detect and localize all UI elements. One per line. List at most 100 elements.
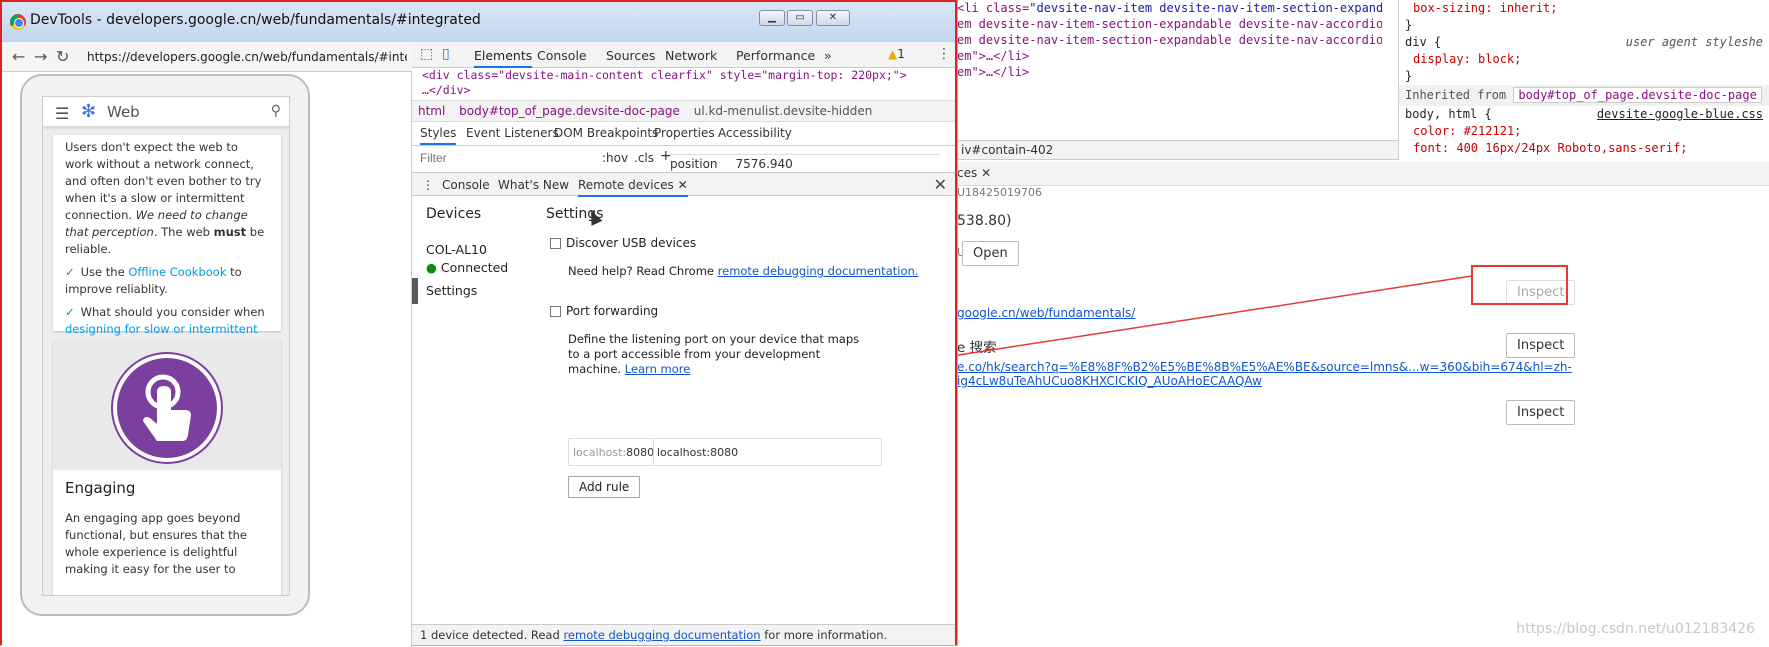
dom-line[interactable]: em">…</li> [957, 64, 1382, 80]
remote-settings-pane: Settings Discover USB devices Need help?… [532, 196, 955, 624]
breadcrumb-body[interactable]: body#top_of_page.devsite-doc-page [459, 104, 680, 118]
site-header: ☰ ✻ Web ⚲ [43, 97, 289, 127]
status-bar: 1 device detected. Read remote debugging… [412, 624, 955, 645]
inspect-element-icon[interactable]: ⬚ [420, 46, 433, 62]
kebab-menu-icon[interactable]: ⋮ [937, 46, 951, 62]
style-declaration: font: 400 16px/24px Roboto,sans-serif; [1413, 141, 1688, 155]
minimize-button[interactable]: ▁ [759, 10, 785, 26]
drawer-tab-console[interactable]: Console [442, 178, 490, 192]
port-forwarding-rule: localhost:8080 localhost:8080 [568, 438, 882, 466]
connection-status: ● Connected [426, 260, 509, 275]
port-forwarding-description: Define the listening port on your device… [568, 332, 860, 376]
phone-screen[interactable]: ☰ ✻ Web ⚲ Users don't expect the web to … [42, 96, 290, 596]
stylesheet-link[interactable]: devsite-google-blue.css [1597, 106, 1763, 123]
dom-line[interactable]: em">…</li> [957, 48, 1382, 64]
devtools-panel: ⬚ ▯ Elements Console Sources Network Per… [412, 42, 955, 645]
dom-node[interactable]: <div class="devsite-main-content clearfi… [422, 68, 955, 83]
sidebar-item-settings[interactable]: Settings [412, 278, 532, 304]
discover-usb-checkbox[interactable] [550, 238, 561, 249]
maximize-button[interactable]: ▭ [787, 10, 813, 26]
dom-tree: <div class="devsite-main-content clearfi… [412, 68, 955, 100]
add-rule-button[interactable]: Add rule [568, 476, 641, 498]
port-forwarding-label[interactable]: Port forwarding [566, 304, 658, 318]
styles-filter-bar: :hov .cls + position7576.940 [412, 146, 955, 172]
background-dom-tree: <li class="devsite-nav-item devsite-nav-… [957, 0, 1382, 140]
remote-devices-sidebar: Devices COL-AL10 ● Connected Settings [412, 196, 532, 624]
breadcrumb-html[interactable]: html [418, 104, 445, 118]
url-input[interactable]: https://developers.google.cn/web/fundame… [87, 50, 407, 64]
port-forwarding-checkbox[interactable] [550, 306, 561, 317]
dom-line[interactable]: em devsite-nav-item-section-expandable d… [957, 32, 1382, 48]
tab-sources[interactable]: Sources [606, 48, 655, 63]
device-emulation-area: ☰ ✻ Web ⚲ Users don't expect the web to … [2, 72, 412, 647]
device-toolbar-icon[interactable]: ▯ [442, 46, 450, 62]
warnings-counter[interactable]: ▲1 [888, 47, 905, 61]
check-icon: ✓ [65, 305, 75, 319]
reload-icon[interactable]: ↻ [56, 47, 69, 66]
card-paragraph: Users don't expect the web to work witho… [65, 140, 265, 256]
close-icon[interactable]: ✕ [981, 166, 991, 180]
inspect-button[interactable]: Inspect [1506, 333, 1576, 358]
back-arrow-icon[interactable]: ← [12, 47, 25, 66]
google-developers-logo-icon[interactable]: ✻ [81, 103, 99, 121]
drawer-tabs: ⋮ Console What's New Remote devices ✕ ✕ [412, 172, 955, 197]
style-rule: div {user agent styleshe [1405, 35, 1763, 49]
tab-accessibility[interactable]: Accessibility [718, 126, 792, 140]
dom-line[interactable]: <li class="devsite-nav-item devsite-nav-… [957, 0, 1382, 16]
more-tabs-button[interactable]: » [824, 48, 832, 63]
local-address-field[interactable]: localhost:8080 [657, 446, 738, 459]
hamburger-menu-icon[interactable]: ☰ [55, 104, 69, 123]
background-breadcrumb[interactable]: iv#contain-402 [957, 140, 1398, 160]
title-bar: DevTools - developers.google.cn/web/fund… [2, 2, 955, 44]
check-icon: ✓ [65, 265, 75, 279]
tab-event-listeners[interactable]: Event Listeners [466, 126, 559, 140]
breadcrumb-ul[interactable]: ul.kd-menulist.devsite-hidden [694, 104, 873, 118]
learn-more-link[interactable]: Learn more [625, 362, 691, 376]
style-declaration: display: block; [1413, 52, 1522, 66]
tab-console[interactable]: Console [537, 48, 587, 63]
open-button[interactable]: Open [962, 241, 1019, 266]
breadcrumb: html body#top_of_page.devsite-doc-page u… [412, 100, 955, 122]
help-text: Need help? Read Chrome remote debugging … [568, 264, 919, 278]
search-icon[interactable]: ⚲ [271, 103, 281, 119]
watermark: https://blog.csdn.net/u012183426 [1516, 621, 1755, 637]
close-window-button[interactable]: ✕ [816, 10, 850, 26]
annotation-highlight-box [1471, 265, 1568, 305]
site-title[interactable]: Web [107, 103, 140, 121]
dom-node[interactable]: …</div> [422, 83, 955, 98]
close-drawer-icon[interactable]: ✕ [934, 175, 947, 194]
reliable-card: Users don't expect the web to work witho… [53, 135, 281, 353]
close-tab-icon[interactable]: ✕ [678, 178, 688, 192]
class-toggle[interactable]: .cls [634, 151, 654, 165]
devtools-toolbar: ⬚ ▯ Elements Console Sources Network Per… [412, 42, 955, 68]
remote-debugging-docs-link[interactable]: remote debugging documentation [563, 628, 760, 642]
tab-network[interactable]: Network [665, 48, 717, 63]
tab-dom-breakpoints[interactable]: DOM Breakpoints [554, 126, 658, 140]
remote-devices-panel: Devices COL-AL10 ● Connected Settings Se… [412, 196, 955, 624]
tab-performance[interactable]: Performance [736, 48, 815, 63]
filter-input[interactable] [412, 148, 592, 168]
inspect-button[interactable]: Inspect [1506, 400, 1576, 425]
devtools-window: DevTools - developers.google.cn/web/fund… [0, 0, 957, 647]
card-heading: Engaging [65, 479, 136, 497]
device-port-field[interactable]: localhost:8080 [573, 446, 654, 459]
computed-position: position 7576.940 [670, 154, 940, 171]
device-item[interactable]: COL-AL10 [426, 242, 487, 257]
hover-state-toggle[interactable]: :hov [602, 151, 628, 165]
discover-usb-label[interactable]: Discover USB devices [566, 236, 696, 250]
offline-cookbook-link[interactable]: Offline Cookbook [128, 265, 226, 279]
address-bar: ← → ↻ https://developers.google.cn/web/f… [2, 42, 412, 72]
tab-elements[interactable]: Elements [474, 48, 533, 68]
forward-arrow-icon[interactable]: → [34, 47, 47, 66]
tab-styles[interactable]: Styles [420, 126, 457, 145]
engaging-card: Engaging An engaging app goes beyond fun… [53, 340, 281, 595]
dom-line[interactable]: em devsite-nav-item-section-expandable d… [957, 16, 1382, 32]
drawer-tab-remote-devices[interactable]: Remote devices ✕ [578, 178, 688, 197]
background-tab-remote-devices[interactable]: ces ✕ [957, 166, 991, 180]
remote-debugging-docs-link[interactable]: remote debugging documentation. [718, 264, 919, 278]
drawer-menu-icon[interactable]: ⋮ [422, 178, 434, 192]
tab-properties[interactable]: Properties [654, 126, 715, 140]
browser-version: 538.80) [957, 213, 1012, 229]
drawer-tab-whats-new[interactable]: What's New [498, 178, 569, 192]
phone-frame: ☰ ✻ Web ⚲ Users don't expect the web to … [20, 74, 310, 616]
